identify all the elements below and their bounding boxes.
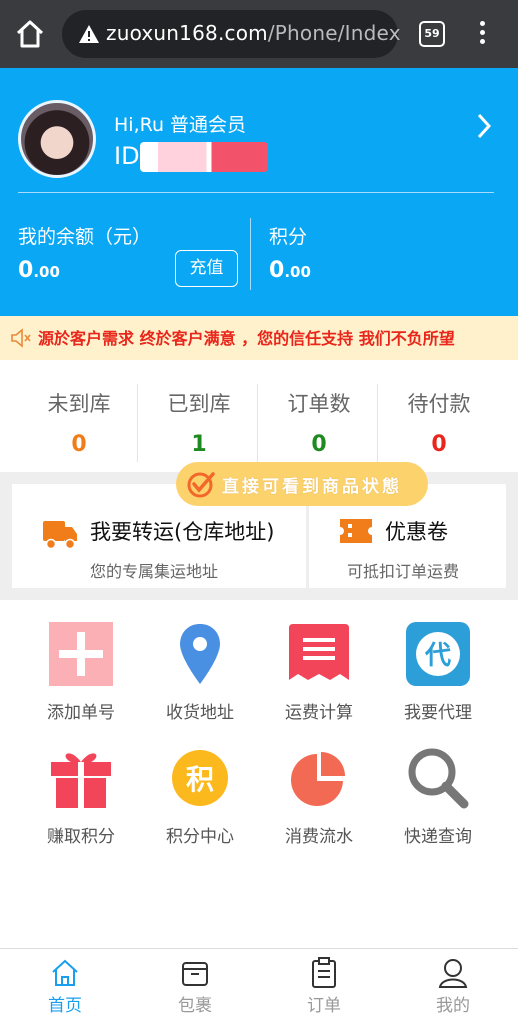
address-bar[interactable]: zuoxun168.com/Phone/Index [62,10,401,58]
divider [377,384,378,462]
url-path: /Phone/Index [267,21,401,45]
balance-integer: 0 [18,258,34,283]
browser-toolbar: zuoxun168.com/Phone/Index 59 [0,0,518,68]
grid-label: 我要代理 [404,703,472,723]
stat-not-arrived[interactable]: 未到库 0 [19,376,139,464]
plus-icon [49,622,113,686]
avatar[interactable] [18,100,96,178]
coupon-subtitle: 可抵扣订单运费 [347,562,460,581]
points-label: 积分 [269,226,308,248]
coupon-title: 优惠卷 [385,520,448,544]
points-decimal: .00 [284,263,311,281]
grid-item-agent[interactable]: 代 我要代理 [378,612,498,723]
points-integer: 0 [269,258,285,283]
stat-value: 0 [431,432,447,457]
balance-decimal: .00 [33,263,60,281]
divider [18,192,494,193]
transfer-subtitle: 您的专属集运地址 [90,562,219,581]
bottom-tab-bar: 首页 包裹 订单 我的 [0,948,518,1024]
divider [257,384,258,462]
stat-label: 待付款 [407,392,471,416]
grid-label: 收货地址 [166,703,234,723]
transfer-title: 我要转运(仓库地址) [90,520,275,544]
coupon-icon [340,519,372,543]
points-value: 0.00 [269,258,311,283]
warning-icon[interactable] [78,24,100,44]
tab-orders[interactable]: 订单 [259,949,389,1025]
browser-menu-icon[interactable] [474,18,490,50]
points-coin-icon: 积 [172,750,228,806]
magnifier-icon [408,748,469,809]
order-stats: 未到库 0 已到库 1 订单数 0 待付款 0 [0,376,518,468]
grid-item-add-tracking[interactable]: 添加单号 [21,612,141,723]
pie-chart-icon [291,752,345,806]
tab-home[interactable]: 首页 [0,949,130,1025]
location-pin-icon [180,624,220,684]
speaker-icon [11,328,31,348]
browser-home-icon[interactable] [14,18,46,50]
package-icon [182,962,208,986]
truck-icon [43,521,77,550]
grid-label: 快递查询 [404,827,472,847]
agent-icon: 代 [406,622,470,686]
shortcut-grid: 添加单号 收货地址 运费计算 代 我要代理 赚取积分 积 积分中心 消费流水 快… [0,612,518,852]
home-icon [52,959,78,986]
grid-label: 消费流水 [285,827,353,847]
tab-label: 首页 [48,996,82,1016]
profile-header: Hi,Ru 普通会员 ID 我的余额（元） 0.00 充值 积分 0.00 [0,68,518,316]
stat-value: 1 [191,432,207,457]
divider [137,384,138,462]
grid-label: 积分中心 [166,827,234,847]
annotation-sticker: 直接可看到商品状態 [176,462,428,506]
grid-item-spending[interactable]: 消费流水 [259,736,379,847]
grid-label: 运费计算 [285,703,353,723]
member-id-redacted [140,142,268,172]
tab-switcher-button[interactable]: 59 [419,21,445,47]
tab-label: 我的 [436,996,470,1016]
url-text: zuoxun168.com/Phone/Index [106,21,401,45]
url-domain: zuoxun168.com [106,21,268,45]
balance-label: 我的余额（元） [18,226,152,248]
stat-arrived[interactable]: 已到库 1 [139,376,259,464]
feature-cards: 我要转运(仓库地址) 您的专属集运地址 优惠卷 可抵扣订单运费 直接可看到商品状… [0,462,518,600]
stat-orders[interactable]: 订单数 0 [259,376,379,464]
chevron-right-icon[interactable] [474,112,494,140]
grid-label: 赚取积分 [47,827,115,847]
check-icon [187,472,215,498]
grid-item-tracking-query[interactable]: 快递查询 [378,736,498,847]
stat-label: 未到库 [47,392,111,416]
tab-label: 订单 [307,996,341,1016]
stat-value: 0 [71,432,87,457]
grid-label: 添加单号 [47,703,115,723]
notice-text: 源於客户需求 终於客户满意 ，您的信任支持 我们不负所望 [38,329,455,348]
grid-item-points-center[interactable]: 积 积分中心 [140,736,260,847]
gift-icon [51,753,111,808]
receipt-icon [289,624,349,680]
stat-pending-payment[interactable]: 待付款 0 [379,376,499,464]
user-icon [438,959,468,988]
points-glyph: 积 [186,763,214,796]
grid-item-address[interactable]: 收货地址 [140,612,260,723]
stat-value: 0 [311,432,327,457]
order-icon [312,957,336,988]
notice-bar: 源於客户需求 终於客户满意 ，您的信任支持 我们不负所望 [0,316,518,360]
stat-label: 已到库 [167,392,231,416]
balance-value: 0.00 [18,258,60,283]
tab-label: 包裹 [178,996,212,1016]
recharge-button[interactable]: 充值 [175,250,238,287]
grid-item-earn-points[interactable]: 赚取积分 [21,736,141,847]
grid-item-shipping-calc[interactable]: 运费计算 [259,612,379,723]
member-id-label: ID [114,142,140,170]
agent-glyph: 代 [424,641,451,671]
stat-label: 订单数 [287,392,351,416]
tab-package[interactable]: 包裹 [130,949,260,1025]
member-greeting: Hi,Ru 普通会员 [114,114,247,136]
divider [250,218,251,290]
tab-mine[interactable]: 我的 [388,949,518,1025]
sticker-text: 直接可看到商品状態 [222,477,402,497]
